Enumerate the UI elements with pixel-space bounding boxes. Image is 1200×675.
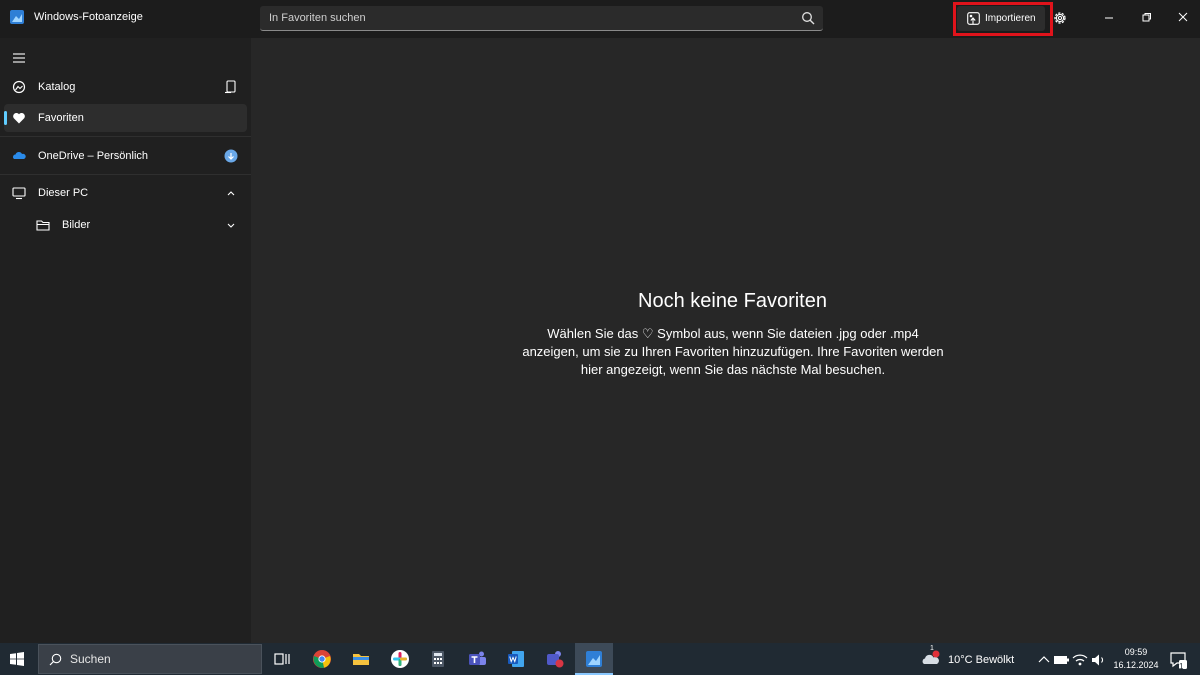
search-box[interactable] — [260, 6, 823, 31]
annotation-highlight-box — [953, 2, 1053, 36]
teams-icon[interactable] — [467, 649, 487, 669]
chevron-down-icon[interactable] — [224, 218, 238, 232]
taskbar-search-box[interactable]: Suchen — [38, 644, 262, 674]
teams-classic-icon[interactable] — [545, 649, 565, 669]
windows-start-icon[interactable] — [10, 652, 24, 666]
task-view-icon[interactable] — [272, 649, 292, 669]
volume-icon[interactable] — [1089, 650, 1109, 670]
clock-time: 09:59 — [1124, 647, 1148, 657]
photos-app-icon — [10, 10, 24, 24]
word-icon[interactable] — [506, 649, 526, 669]
photo-viewer-window: Windows-Fotoanzeige Importieren — [0, 0, 1200, 643]
clock-date: 16.12.2024 — [1113, 660, 1159, 670]
slack-icon[interactable] — [390, 649, 410, 669]
sidebar-item-label: Favoriten — [38, 112, 84, 124]
sidebar-item-favoriten[interactable]: Favoriten — [4, 104, 247, 132]
taskbar-active-app[interactable] — [575, 643, 613, 675]
notification-center-icon[interactable] — [1168, 650, 1188, 670]
onedrive-status-icon — [224, 149, 238, 163]
file-explorer-icon[interactable] — [351, 649, 371, 669]
sidebar-item-label: OneDrive – Persönlich — [38, 150, 149, 162]
weather-text[interactable]: 10°C Bewölkt — [948, 654, 1014, 666]
active-indicator — [4, 111, 7, 125]
sidebar: Katalog Favoriten OneDrive – Persönlich — [0, 38, 251, 643]
device-icon[interactable] — [224, 80, 238, 94]
hamburger-menu-icon[interactable] — [12, 52, 26, 64]
title-bar: Windows-Fotoanzeige Importieren — [0, 0, 1200, 38]
divider — [0, 136, 251, 137]
weather-badge: 1 — [930, 645, 934, 652]
search-input[interactable] — [260, 6, 780, 30]
search-icon[interactable] — [801, 11, 815, 25]
restore-icon[interactable] — [1136, 9, 1156, 27]
heart-icon — [13, 113, 25, 124]
weather-cloud-icon[interactable] — [921, 650, 941, 670]
chevron-up-icon[interactable] — [224, 186, 238, 200]
wifi-icon[interactable] — [1070, 650, 1090, 670]
divider — [0, 174, 251, 175]
battery-icon[interactable] — [1051, 650, 1071, 670]
calculator-icon[interactable] — [428, 649, 448, 669]
sidebar-item-dieser-pc[interactable]: Dieser PC — [4, 179, 247, 207]
folder-icon — [36, 220, 50, 231]
empty-state-description: Wählen Sie das ♡ Symbol aus, wenn Sie da… — [522, 326, 944, 377]
monitor-icon — [12, 187, 26, 200]
gallery-icon — [12, 80, 26, 94]
taskbar-search-label: Suchen — [70, 652, 111, 666]
main-content: Noch keine Favoriten Wählen Sie das ♡ Sy… — [251, 38, 1200, 643]
onedrive-cloud-icon — [13, 152, 26, 159]
sidebar-item-katalog[interactable]: Katalog — [4, 73, 247, 101]
empty-state-title: Noch keine Favoriten — [638, 290, 827, 312]
chrome-icon[interactable] — [312, 649, 332, 669]
photos-app-icon — [586, 651, 602, 667]
sidebar-item-label: Katalog — [38, 81, 76, 93]
taskbar: Suchen 1 10°C Bewölkt 09:59 16.12.2024 1 — [0, 643, 1200, 675]
sidebar-item-label: Dieser PC — [38, 187, 89, 199]
sidebar-item-label: Bilder — [62, 219, 91, 231]
close-icon[interactable] — [1173, 9, 1193, 27]
minimize-icon[interactable] — [1099, 9, 1119, 27]
window-title: Windows-Fotoanzeige — [34, 11, 143, 23]
search-icon — [49, 653, 62, 665]
sidebar-item-onedrive[interactable]: OneDrive – Persönlich — [4, 142, 247, 170]
settings-gear-icon[interactable] — [1052, 10, 1068, 26]
sidebar-item-bilder[interactable]: Bilder — [30, 211, 247, 239]
system-clock[interactable]: 09:59 16.12.2024 — [1108, 646, 1164, 672]
notification-count: 1 — [1179, 662, 1184, 671]
